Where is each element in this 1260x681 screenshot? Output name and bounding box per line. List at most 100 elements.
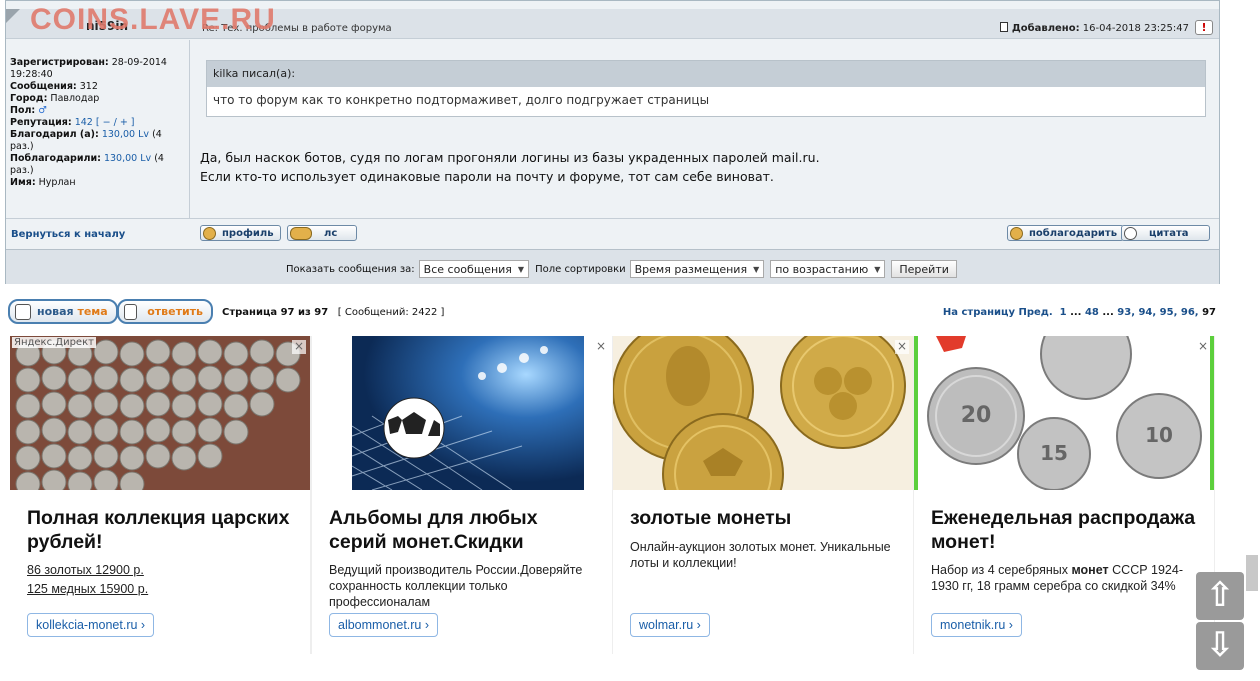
quote-text: что то форум как то конкретно подтормажи… — [213, 93, 710, 107]
ad-url-button[interactable]: albommonet.ru › — [329, 613, 439, 637]
goto-label: На страницу — [942, 307, 1015, 318]
ad-url-button[interactable]: monetnik.ru › — [931, 613, 1022, 637]
page-ellipsis: ... — [1102, 307, 1114, 318]
chevron-down-icon: ▼ — [874, 264, 881, 274]
ad-text-line[interactable]: 86 золотых 12900 р. — [27, 562, 302, 578]
ad-text-highlight: золотых монет — [728, 540, 814, 554]
soviet-coins-image: 20 15 10 — [914, 336, 1214, 490]
profile-button[interactable]: профиль — [200, 225, 281, 241]
gold-coins-image — [613, 336, 913, 490]
ad-image-coins-collection[interactable]: Яндекс.Директ × — [10, 336, 310, 490]
name-value: Нурлан — [38, 177, 76, 188]
page-info: Страница 97 из 97 [ Сообщений: 2422 ] — [222, 307, 444, 318]
report-button[interactable]: ! — [1195, 20, 1213, 35]
ad-title[interactable]: Еженедельная распродажа монет! — [931, 506, 1201, 554]
reputation-controls[interactable]: [ − / + ] — [96, 117, 135, 128]
reputation-label: Репутация: — [10, 117, 72, 128]
thank-button[interactable]: поблагодарить — [1007, 225, 1125, 241]
chevron-down-icon: ▼ — [753, 264, 760, 274]
city-value: Павлодар — [50, 93, 100, 104]
got-thanks-label: Поблагодарили: — [10, 153, 101, 164]
registered-label: Зарегистрирован: — [10, 57, 109, 68]
post-text-line: Если кто-то использует одинаковые пароли… — [200, 169, 774, 184]
ad-image-soviet-coins[interactable]: 20 15 10 × — [914, 336, 1214, 490]
coin-face-text: 20 — [961, 403, 992, 428]
ad-image-gold-coins[interactable]: × — [613, 336, 913, 490]
scroll-down-button[interactable]: ⇩ — [1196, 622, 1244, 670]
page-scrollbar-thumb[interactable] — [1246, 555, 1258, 591]
new-topic-button[interactable]: новая тема — [8, 299, 118, 324]
post-text: Да, был наскок ботов, судя по логам прог… — [200, 148, 820, 186]
ad-text: Онлайн-аукцион золотых монет. Уникальные… — [630, 539, 905, 571]
close-icon[interactable]: × — [292, 340, 306, 354]
users-icon — [290, 226, 312, 240]
ad-card[interactable]: 20 15 10 × Еженедельная распродажа монет… — [914, 336, 1214, 654]
ad-title[interactable]: золотые монеты — [630, 506, 900, 530]
sort-field-select[interactable]: Время размещения ▼ — [629, 260, 765, 278]
page-link[interactable]: 96 — [1181, 307, 1195, 318]
ad-url-button[interactable]: kollekcia-monet.ru › — [27, 613, 155, 637]
show-period-select[interactable]: Все сообщения ▼ — [418, 260, 530, 278]
close-icon[interactable]: × — [594, 340, 608, 354]
private-message-button[interactable]: лс — [287, 225, 357, 241]
show-period-value: Все сообщения — [423, 262, 512, 276]
scroll-up-button[interactable]: ⇧ — [1196, 572, 1244, 620]
reputation-value[interactable]: 142 — [75, 117, 93, 128]
page-label: Страница 97 из 97 — [222, 307, 329, 318]
coin-face-text: 15 — [1040, 441, 1068, 465]
pm-label: лс — [324, 227, 338, 239]
page-link[interactable]: 93 — [1117, 307, 1131, 318]
page-link[interactable]: 1 — [1060, 307, 1067, 318]
ad-title[interactable]: Полная коллекция царских рублей! — [27, 506, 297, 554]
got-thanks-value[interactable]: 130,00 Lv — [104, 153, 151, 164]
post-body: kilka писал(а): что то форум как то конк… — [191, 40, 1219, 218]
forum-page: ni59in Re: Тех. проблемы в работе форума… — [0, 0, 1260, 681]
ad-card[interactable]: Яндекс.Директ × Полная коллекция царских… — [10, 336, 310, 654]
reply-label: ответить — [147, 305, 203, 318]
gender-label: Пол: — [10, 105, 36, 116]
thank-label: поблагодарить — [1029, 227, 1118, 239]
close-icon[interactable]: × — [895, 340, 909, 354]
quote-button[interactable]: цитата — [1121, 225, 1210, 241]
city-label: Город: — [10, 93, 48, 104]
ad-text-line[interactable]: 125 медных 15900 р. — [27, 581, 302, 597]
sort-row: Показать сообщения за: Все сообщения ▼ По… — [286, 260, 957, 278]
go-button[interactable]: Перейти — [891, 260, 957, 278]
close-icon[interactable]: × — [1196, 340, 1210, 354]
post-text-line: Да, был наскок ботов, судя по логам прог… — [200, 150, 820, 165]
sort-order-select[interactable]: по возрастанию ▼ — [770, 260, 886, 278]
new-topic-word2: тема — [77, 305, 108, 318]
user-info-panel: Зарегистрирован: 28-09-2014 19:28:40 Соо… — [6, 40, 190, 218]
post-footer: Вернуться к началу профиль лс поблагодар… — [6, 218, 1219, 248]
ad-text: Ведущий производитель России.Доверяйте с… — [329, 563, 583, 609]
ad-image-coin-album[interactable]: × — [312, 336, 612, 490]
reply-button[interactable]: ответить — [117, 299, 213, 324]
document-icon — [124, 303, 138, 320]
ad-card[interactable]: × золотые монеты Онлайн-аукцион золотых … — [613, 336, 913, 654]
back-to-top-link[interactable]: Вернуться к началу — [11, 229, 125, 240]
page-link[interactable]: 95 — [1160, 307, 1174, 318]
ad-url-button[interactable]: wolmar.ru › — [630, 613, 710, 637]
page-current: 97 — [1202, 307, 1216, 318]
thumbs-up-icon — [1010, 226, 1023, 240]
corner-decoration — [6, 9, 20, 23]
ad-title[interactable]: Альбомы для любых серий монет.Скидки — [329, 506, 599, 554]
messages-label: Сообщения: — [10, 81, 77, 92]
ad-card[interactable]: × Альбомы для любых серий монет.Скидки В… — [312, 336, 612, 654]
quote-label: цитата — [1149, 227, 1189, 239]
thanked-value[interactable]: 130,00 Lv — [102, 129, 149, 140]
speech-bubble-icon — [1124, 226, 1137, 240]
document-icon — [15, 303, 31, 320]
document-icon — [999, 22, 1008, 32]
ad-text-highlight: монет — [1071, 563, 1109, 577]
page-prev-link[interactable]: Пред. — [1018, 307, 1052, 318]
page-link[interactable]: 48 — [1085, 307, 1099, 318]
page-ellipsis: ... — [1070, 307, 1082, 318]
coin-album-image — [312, 336, 612, 490]
male-icon: ♂ — [38, 105, 47, 116]
quote-author: kilka писал(а): — [207, 61, 1205, 87]
sort-label: Поле сортировки — [535, 263, 626, 275]
sort-order-value: по возрастанию — [775, 262, 869, 276]
page-link[interactable]: 94 — [1138, 307, 1152, 318]
messages-count: 2422 — [411, 307, 438, 318]
